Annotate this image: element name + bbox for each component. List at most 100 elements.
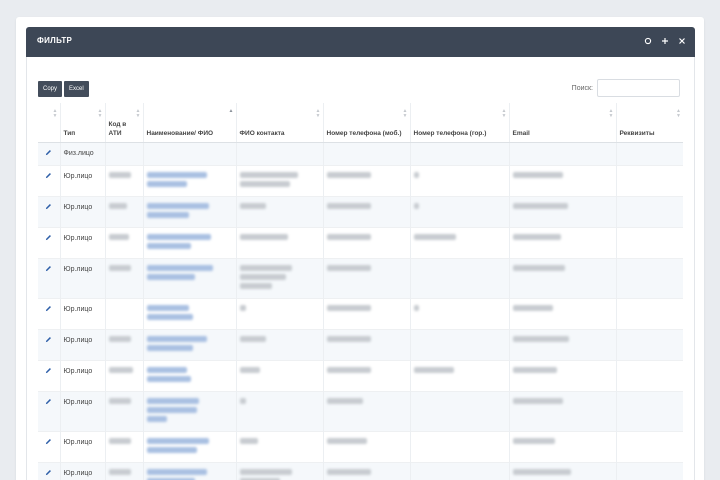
pencil-icon[interactable] [45,172,52,182]
table-row[interactable]: Юр.лицо [38,298,683,329]
excel-button[interactable]: Excel [64,81,89,97]
sort-icon: ▲ ▼ [135,108,141,119]
table-row[interactable]: Юр.лицо [38,391,683,431]
column-header-contact[interactable]: ▲ ▼ ФИО контакта [236,103,324,143]
landline-cell [410,462,510,480]
email-cell [509,329,617,360]
collapse-icon[interactable] [643,35,653,47]
pencil-icon[interactable] [45,398,52,408]
name-cell[interactable] [143,142,237,165]
name-cell[interactable] [143,298,237,329]
column-header-requisites[interactable]: ▲ ▼ Реквизиты [616,103,683,143]
table-row[interactable]: Юр.лицо [38,196,683,227]
name-cell[interactable] [143,329,237,360]
requisites-cell [616,227,683,258]
name-cell[interactable] [143,227,237,258]
email-cell [509,462,617,480]
table-row[interactable]: Юр.лицо [38,360,683,391]
pencil-icon[interactable] [45,305,52,315]
table-row[interactable]: Юр.лицо [38,258,683,298]
pencil-icon[interactable] [45,234,52,244]
mobile-cell [323,298,411,329]
name-cell[interactable] [143,258,237,298]
table-row[interactable]: Юр.лицо [38,227,683,258]
name-cell[interactable] [143,360,237,391]
edit-cell [38,196,61,227]
contact-cell [236,431,324,462]
table-row[interactable]: Юр.лицо [38,462,683,480]
email-cell [509,431,617,462]
email-cell [509,391,617,431]
landline-cell [410,258,510,298]
email-cell [509,196,617,227]
column-header-mobile[interactable]: ▲ ▼ Номер телефона (моб.) [323,103,411,143]
name-cell[interactable] [143,165,237,196]
type-cell: Юр.лицо [60,227,106,258]
mobile-cell [323,329,411,360]
mobile-cell [323,258,411,298]
type-cell: Юр.лицо [60,165,106,196]
column-header-landline[interactable]: ▲ ▼ Номер телефона (гор.) [410,103,510,143]
column-header-edit[interactable]: ▲ ▼ [38,103,61,143]
table-row[interactable]: Физ.лицо [38,142,683,165]
ati-code-cell [105,462,144,480]
table-row[interactable]: Юр.лицо [38,431,683,462]
name-cell[interactable] [143,431,237,462]
email-cell [509,360,617,391]
type-cell: Физ.лицо [60,142,106,165]
expand-icon[interactable] [660,35,670,47]
name-cell[interactable] [143,391,237,431]
contact-cell [236,360,324,391]
email-cell [509,165,617,196]
contact-cell [236,462,324,480]
mobile-cell [323,360,411,391]
panel-header: ФИЛЬТР [26,27,695,57]
pencil-icon[interactable] [45,149,52,159]
pencil-icon[interactable] [45,438,52,448]
name-cell[interactable] [143,462,237,480]
search-input[interactable] [597,79,680,97]
ati-code-cell [105,165,144,196]
table-row[interactable]: Юр.лицо [38,165,683,196]
pencil-icon[interactable] [45,367,52,377]
copy-button[interactable]: Copy [38,81,63,97]
requisites-cell [616,142,683,165]
landline-cell [410,431,510,462]
landline-cell [410,165,510,196]
type-cell: Юр.лицо [60,298,106,329]
contact-cell [236,142,324,165]
panel-title: ФИЛЬТР [37,36,73,45]
edit-cell [38,227,61,258]
ati-code-cell [105,227,144,258]
table-row[interactable]: Юр.лицо [38,329,683,360]
contact-cell [236,196,324,227]
search-box: Поиск: [572,79,680,97]
column-header-name[interactable]: ▲ Наименование/ ФИО [143,103,237,143]
pencil-icon[interactable] [45,336,52,346]
sort-icon: ▲ ▼ [402,108,408,119]
sort-icon: ▲ ▼ [315,108,321,119]
column-header-email[interactable]: ▲ ▼ Email [509,103,617,143]
email-cell [509,227,617,258]
pencil-icon[interactable] [45,265,52,275]
pencil-icon[interactable] [45,203,52,213]
panel-body: Copy Excel Поиск: ▲ ▼ ▲ ▼ Тип ▲ ▼ Код в АТИ ▲… [26,57,695,480]
contact-cell [236,298,324,329]
close-icon[interactable] [677,35,687,47]
type-cell: Юр.лицо [60,431,106,462]
edit-cell [38,462,61,480]
type-cell: Юр.лицо [60,391,106,431]
mobile-cell [323,142,411,165]
type-cell: Юр.лицо [60,196,106,227]
edit-cell [38,142,61,165]
edit-cell [38,431,61,462]
sort-icon: ▲ ▼ [52,108,58,119]
pencil-icon[interactable] [45,469,52,479]
column-header-type[interactable]: ▲ ▼ Тип [60,103,106,143]
contact-cell [236,165,324,196]
requisites-cell [616,258,683,298]
name-cell[interactable] [143,196,237,227]
type-cell: Юр.лицо [60,360,106,391]
landline-cell [410,227,510,258]
column-header-ati-code[interactable]: ▲ ▼ Код в АТИ [105,103,144,143]
